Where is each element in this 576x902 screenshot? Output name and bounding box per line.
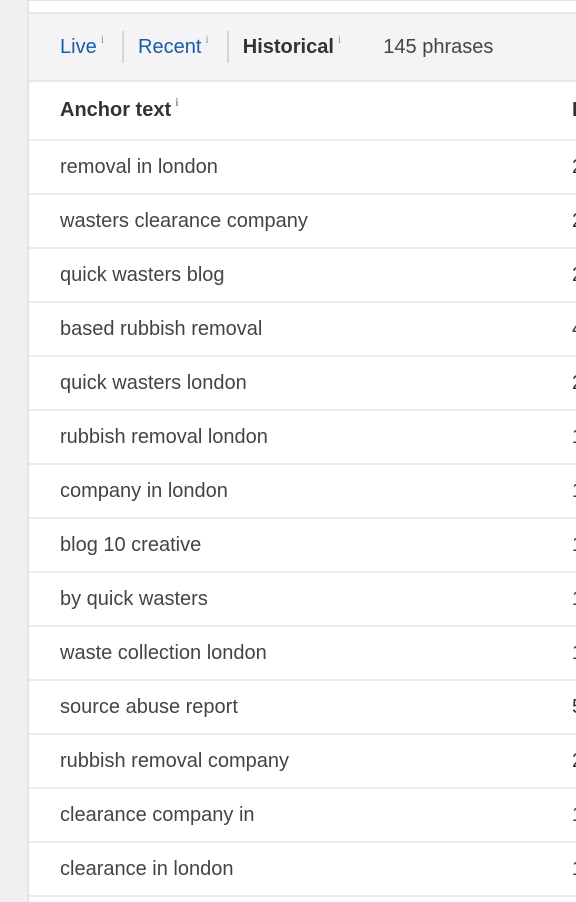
tab-recent-label[interactable]: Recent: [138, 36, 201, 59]
value: 4: [572, 318, 576, 340]
value: 2: [572, 264, 576, 286]
tab-bar: Live i Recent i Historical i 145 phrases: [29, 14, 576, 82]
column-header-anchor-text[interactable]: Anchor text i: [29, 82, 572, 141]
table-row[interactable]: quick wasters london 2: [29, 356, 576, 411]
value-cell: 2: [572, 356, 576, 411]
value-cell: 1: [572, 410, 576, 465]
value-cell: 5: [572, 680, 576, 735]
tab-historical-label[interactable]: Historical: [243, 36, 334, 59]
table-row[interactable]: source abuse report 5: [29, 680, 576, 735]
table-row[interactable]: clearance in london 1: [29, 842, 576, 897]
anchor-text-cell: by quick wasters: [29, 572, 572, 627]
table-row[interactable]: clearance company in 1: [29, 788, 576, 843]
value-cell: 1: [572, 464, 576, 519]
anchor-text: clearance in london: [60, 857, 234, 880]
table-row[interactable]: removal in london 2: [29, 140, 576, 195]
table-row[interactable]: wasters clearance company 2: [29, 194, 576, 249]
value: 2: [572, 750, 576, 772]
value-cell: 1: [572, 518, 576, 573]
anchor-text-cell: source abuse report: [29, 680, 572, 735]
info-icon[interactable]: i: [338, 32, 341, 47]
anchor-text-cell: company in london: [29, 464, 572, 519]
anchor-text: source abuse report: [60, 695, 238, 718]
anchor-text: rubbish removal london: [60, 425, 268, 448]
tab-recent[interactable]: Recent i: [138, 32, 209, 59]
table-row[interactable]: by quick wasters 1: [29, 572, 576, 627]
value: 1: [572, 534, 576, 556]
tab-separator: [122, 31, 125, 63]
anchor-text-cell: waste collection london: [29, 626, 572, 681]
anchor-text-cell: blog 10 creative: [29, 518, 572, 573]
column-header-label: Anchor text: [60, 99, 172, 121]
value: 1: [572, 426, 576, 448]
value-cell: 1: [572, 842, 576, 897]
column-header-second[interactable]: I: [572, 82, 576, 141]
anchor-text-cell: clearance in london: [29, 842, 572, 897]
anchor-text: rubbish removal company: [60, 749, 289, 772]
panel-top-divider: [29, 0, 576, 14]
value-cell: 2: [572, 734, 576, 789]
tab-historical[interactable]: Historical i: [243, 32, 342, 59]
value: 2: [572, 210, 576, 232]
anchor-text: by quick wasters: [60, 587, 208, 610]
table-row[interactable]: quick wasters blog 2: [29, 248, 576, 303]
table-row[interactable]: blog 10 creative 1: [29, 518, 576, 573]
table-row[interactable]: company in london 1: [29, 464, 576, 519]
value-cell: 1: [572, 788, 576, 843]
left-sidebar-strip: [0, 0, 29, 902]
value-cell: 2: [572, 140, 576, 195]
anchor-text-cell: wasters clearance company: [29, 194, 572, 249]
value: 2: [572, 372, 576, 394]
anchor-text: company in london: [60, 479, 228, 502]
anchor-text: based rubbish removal: [60, 317, 263, 340]
table-row[interactable]: rubbish removal company 2: [29, 734, 576, 789]
anchor-text: wasters clearance company: [60, 209, 308, 232]
value: 1: [572, 480, 576, 502]
anchor-text-cell: quick wasters london: [29, 356, 572, 411]
tab-live-label[interactable]: Live: [60, 36, 97, 59]
value: 1: [572, 642, 576, 664]
phrase-count: 145 phrases: [383, 35, 494, 58]
value-cell: 4: [572, 302, 576, 357]
value-cell: 1: [572, 626, 576, 681]
anchor-text-cell: quick wasters blog: [29, 248, 572, 303]
anchor-text: clearance company in: [60, 803, 255, 826]
anchor-text-cell: clearance company in: [29, 788, 572, 843]
value-cell: 2: [572, 248, 576, 303]
anchor-table: Anchor text i I removal in london2waster…: [29, 82, 576, 897]
anchors-panel: Live i Recent i Historical i 145 phrases…: [29, 0, 576, 902]
table-row[interactable]: rubbish removal london 1: [29, 410, 576, 465]
anchor-text-cell: based rubbish removal: [29, 302, 572, 357]
anchor-text-cell: removal in london: [29, 140, 572, 195]
anchor-text: waste collection london: [60, 641, 267, 664]
table-row[interactable]: waste collection london 1: [29, 626, 576, 681]
value: 5: [572, 696, 576, 718]
column-header-label: I: [572, 99, 576, 121]
anchor-text: removal in london: [60, 155, 218, 178]
anchor-text: blog 10 creative: [60, 533, 202, 556]
value-cell: 2: [572, 194, 576, 249]
tab-separator: [226, 31, 229, 63]
table-row[interactable]: based rubbish removal 4: [29, 302, 576, 357]
value: 2: [572, 156, 576, 178]
value-cell: 1: [572, 572, 576, 627]
anchor-text-cell: rubbish removal london: [29, 410, 572, 465]
value: 1: [572, 588, 576, 610]
anchor-text: quick wasters blog: [60, 263, 225, 286]
anchor-text: quick wasters london: [60, 371, 247, 394]
info-icon[interactable]: i: [205, 32, 208, 47]
value: 1: [572, 858, 576, 880]
info-icon[interactable]: i: [175, 95, 178, 110]
value: 1: [572, 804, 576, 826]
table-header-row: Anchor text i I: [29, 82, 576, 141]
anchor-text-cell: rubbish removal company: [29, 734, 572, 789]
tab-live[interactable]: Live i: [60, 32, 104, 59]
info-icon[interactable]: i: [101, 32, 104, 47]
